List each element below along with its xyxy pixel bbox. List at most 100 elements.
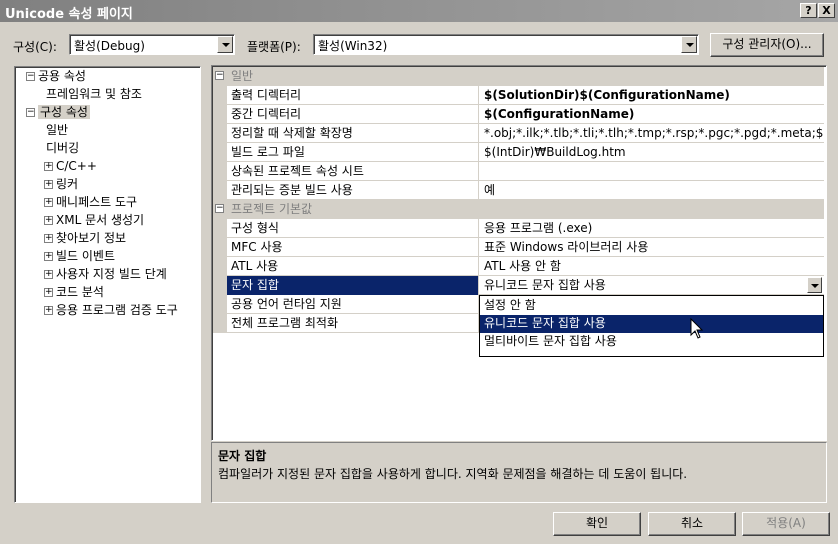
property-name[interactable]: 상속된 프로젝트 속성 시트 (227, 162, 479, 181)
tree-item-label: 일반 (46, 123, 69, 137)
property-row[interactable]: 관리되는 증분 빌드 사용 예 (213, 181, 824, 200)
dropdown-option[interactable]: 설정 안 함 (480, 297, 823, 315)
row-gutter (213, 314, 227, 333)
tree-item[interactable]: − 구성 속성 (26, 104, 90, 121)
property-value[interactable]: 표준 Windows 라이브러리 사용 (480, 238, 824, 257)
tree-item[interactable]: + 찾아보기 정보 (44, 230, 126, 247)
property-name[interactable]: 관리되는 증분 빌드 사용 (227, 181, 479, 200)
expand-icon[interactable]: + (44, 234, 53, 243)
tree-item[interactable]: + 사용자 지정 빌드 단계 (44, 266, 167, 283)
tree-item[interactable]: + 매니페스트 도구 (44, 194, 137, 211)
tree-item[interactable]: + 응용 프로그램 검증 도구 (44, 302, 178, 319)
property-name[interactable]: 빌드 로그 파일 (227, 143, 479, 162)
expand-icon[interactable]: + (44, 288, 53, 297)
dropdown-option[interactable]: 유니코드 문자 집합 사용 (480, 315, 823, 333)
tree-item-label: 프레임워크 및 참조 (46, 87, 142, 101)
tree-item-label: 링커 (56, 177, 79, 191)
cancel-button[interactable]: 취소 (648, 512, 736, 536)
property-value[interactable]: ATL 사용 안 함 (480, 257, 824, 276)
tree-item[interactable]: 일반 (46, 122, 68, 139)
property-value[interactable]: 응용 프로그램 (.exe) (480, 219, 824, 238)
property-value[interactable]: $(ConfigurationName) (480, 105, 824, 124)
tree-panel[interactable] (14, 66, 201, 503)
expand-icon[interactable]: + (44, 216, 53, 225)
expand-icon[interactable]: + (44, 180, 53, 189)
row-gutter (213, 295, 227, 314)
property-row[interactable]: 정리할 때 삭제할 확장명 *.obj;*.ilk;*.tlb;*.tli;*.t… (213, 124, 824, 143)
property-row[interactable]: 출력 디렉터리 $(SolutionDir)$(ConfigurationName… (213, 86, 824, 105)
platform-combo[interactable]: 활성(Win32) (313, 34, 699, 55)
expand-icon[interactable]: + (44, 162, 53, 171)
description-text: 컴파일러가 지정된 문자 집합을 사용하게 합니다. 지역화 문제점을 해결하는… (218, 467, 688, 481)
property-value[interactable]: *.obj;*.ilk;*.tlb;*.tli;*.tlh;*.tmp;*.rs… (480, 124, 824, 143)
property-value[interactable]: 유니코드 문자 집합 사용 (480, 276, 824, 295)
property-row[interactable]: 문자 집합 유니코드 문자 집합 사용 (213, 276, 824, 295)
row-gutter (213, 219, 227, 238)
expand-icon[interactable]: + (44, 306, 53, 315)
property-grid[interactable]: − 일반 출력 디렉터리 $(SolutionDir)$(ConfigurationN… (213, 67, 824, 439)
property-value[interactable]: $(SolutionDir)$(ConfigurationName) (480, 86, 824, 105)
tree-item[interactable]: + C/C++ (44, 158, 97, 175)
category-label: 일반 (231, 69, 254, 83)
tree-item[interactable]: + 코드 분석 (44, 284, 104, 301)
description-title: 문자 집합 (218, 449, 267, 463)
config-manager-button[interactable]: 구성 관리자(O)... (710, 33, 824, 57)
category-row[interactable]: − 프로젝트 기본값 (213, 200, 824, 219)
property-name[interactable]: 정리할 때 삭제할 확장명 (227, 124, 479, 143)
row-gutter (213, 181, 227, 200)
property-name[interactable]: 문자 집합 (227, 276, 479, 295)
property-row[interactable]: 구성 형식 응용 프로그램 (.exe) (213, 219, 824, 238)
property-row[interactable]: MFC 사용 표준 Windows 라이브러리 사용 (213, 238, 824, 257)
property-name[interactable]: 출력 디렉터리 (227, 86, 479, 105)
property-name[interactable]: 구성 형식 (227, 219, 479, 238)
property-row[interactable]: 상속된 프로젝트 속성 시트 (213, 162, 824, 181)
tree-item[interactable]: + 링커 (44, 176, 78, 193)
collapse-icon[interactable]: − (26, 108, 35, 117)
apply-button[interactable]: 적용(A) (742, 512, 830, 536)
row-gutter (213, 276, 227, 295)
property-name[interactable]: 중간 디렉터리 (227, 105, 479, 124)
dropdown-option[interactable]: 멀티바이트 문자 집합 사용 (480, 333, 823, 351)
chevron-down-icon[interactable] (807, 277, 822, 293)
property-value[interactable]: $(IntDir)₩BuildLog.htm (480, 143, 824, 162)
tree-item[interactable]: + XML 문서 생성기 (44, 212, 144, 229)
property-value[interactable]: 예 (480, 181, 824, 200)
tree-item-label: 구성 속성 (38, 105, 90, 119)
tree-item[interactable]: 디버깅 (46, 140, 79, 157)
expand-icon[interactable]: + (44, 198, 53, 207)
property-value[interactable] (480, 162, 824, 181)
collapse-icon[interactable]: − (26, 72, 35, 81)
close-button[interactable]: X (818, 3, 835, 18)
chevron-down-icon[interactable] (217, 36, 233, 53)
title-bar: Unicode 속성 페이지 ? X (0, 0, 838, 22)
collapse-icon[interactable]: − (215, 71, 224, 80)
config-value: 활성(Debug) (74, 39, 145, 53)
platform-label: 플랫폼(P): (247, 40, 301, 54)
property-name[interactable]: ATL 사용 (227, 257, 479, 276)
window-title: Unicode 속성 페이지 (5, 7, 133, 22)
tree-item-label: 코드 분석 (56, 285, 104, 299)
chevron-down-icon[interactable] (681, 36, 697, 53)
ok-button[interactable]: 확인 (553, 512, 641, 536)
tree-item[interactable]: 프레임워크 및 참조 (46, 86, 142, 103)
config-combo[interactable]: 활성(Debug) (69, 34, 235, 55)
property-name[interactable]: 공용 언어 런타임 지원 (227, 295, 479, 314)
tree-item-label: XML 문서 생성기 (56, 213, 145, 227)
collapse-icon[interactable]: − (215, 204, 224, 213)
tree-item[interactable]: − 공용 속성 (26, 68, 86, 85)
property-row[interactable]: 중간 디렉터리 $(ConfigurationName) (213, 105, 824, 124)
tree-item[interactable]: + 빌드 이벤트 (44, 248, 115, 265)
property-row[interactable]: 빌드 로그 파일 $(IntDir)₩BuildLog.htm (213, 143, 824, 162)
expand-icon[interactable]: + (44, 270, 53, 279)
category-label: 프로젝트 기본값 (231, 202, 313, 216)
property-name[interactable]: 전체 프로그램 최적화 (227, 314, 479, 333)
property-row[interactable]: ATL 사용 ATL 사용 안 함 (213, 257, 824, 276)
expand-icon[interactable]: + (44, 252, 53, 261)
row-gutter (213, 257, 227, 276)
help-button[interactable]: ? (800, 3, 817, 18)
config-label: 구성(C): (13, 40, 57, 54)
property-name[interactable]: MFC 사용 (227, 238, 479, 257)
charset-dropdown-list[interactable]: 설정 안 함 유니코드 문자 집합 사용 멀티바이트 문자 집합 사용 (479, 295, 824, 357)
row-gutter (213, 143, 227, 162)
category-row[interactable]: − 일반 (213, 67, 824, 86)
